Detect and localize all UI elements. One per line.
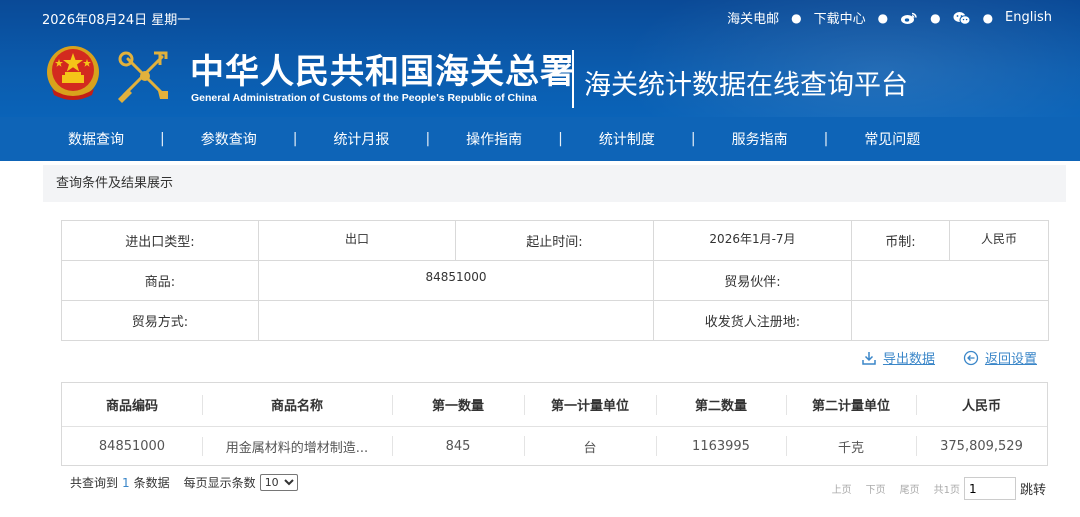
column-header-unit2: 第二计量单位 [786,394,916,415]
currency-label: 币制: [851,220,950,261]
nav-separator: | [425,131,431,147]
nav-separator: | [558,131,563,147]
column-header-name: 商品名称 [202,394,392,415]
download-icon [862,351,876,365]
trade-mode-label: 贸易方式: [61,300,259,341]
period-label: 起止时间: [455,220,654,261]
nav-separator: | [823,131,829,147]
nav-faq[interactable]: 常见问题 [864,129,920,149]
results-header-row: 商品编码 商品名称 第一数量 第一计量单位 第二数量 第二计量单位 人民币 [62,383,1047,427]
export-data-label: 导出数据 [882,352,935,367]
nav-monthly-report[interactable]: 统计月报 [333,129,389,149]
customs-emblem-icon [114,47,176,107]
cell-name: 用金属材料的增材制造... [202,436,392,456]
results-table: 商品编码 商品名称 第一数量 第一计量单位 第二数量 第二计量单位 人民币 84… [61,382,1048,466]
link-separator: ● [982,10,994,25]
site-header: 2026年08月24日 星期一 海关电邮 ● 下载中心 ● ● ● Englis… [0,0,1080,117]
section-title: 查询条件及结果展示 [43,165,1066,202]
trade-type-value: 出口 [258,220,456,261]
partner-label: 贸易伙伴: [653,260,852,301]
download-center-link[interactable]: 下载中心 [814,8,866,27]
total-prefix: 共查询到 [70,476,119,490]
cell-qty2: 1163995 [656,436,786,456]
cell-unit2: 千克 [786,436,916,456]
national-emblem-icon [44,45,102,103]
nav-service-guide[interactable]: 服务指南 [732,129,788,149]
total-count: 1 [122,475,130,490]
trade-mode-value [258,300,654,341]
nav-separator: | [160,131,165,147]
nav-separator: | [690,131,696,147]
current-date: 2026年08月24日 星期一 [42,13,191,28]
nav-parameter-query[interactable]: 参数查询 [201,129,257,149]
main-nav: 数据查询 | 参数查询 | 统计月报 | 操作指南 | 统计制度 | 服务指南 … [0,117,1080,161]
english-link[interactable]: English [1005,10,1052,25]
consignee-label: 收发货人注册地: [653,300,852,341]
partner-value [851,260,1049,301]
weibo-icon[interactable] [900,11,918,25]
pagination: 上页 下页 尾页 共1页 跳转 [832,477,1046,500]
link-separator: ● [791,10,802,25]
product-label: 商品: [61,260,259,301]
nav-statistics-system[interactable]: 统计制度 [599,129,655,149]
column-header-unit1: 第一计量单位 [524,394,656,415]
per-page-label: 每页显示条数 [183,476,256,490]
nav-data-query[interactable]: 数据查询 [68,129,124,149]
result-summary: 共查询到 1 条数据 每页显示条数 10 [70,474,298,491]
column-header-rmb: 人民币 [916,394,1047,415]
query-conditions-table: 进出口类型: 出口 起止时间: 2026年1月-7月 币制: 人民币 商品: 8… [61,220,1049,341]
org-name-cn: 中华人民共和国海关总署 [190,52,575,92]
trade-type-label: 进出口类型: [61,220,259,261]
nav-operation-guide[interactable]: 操作指南 [466,129,522,149]
cell-qty1: 845 [392,436,524,456]
column-header-qty2: 第二数量 [656,394,786,415]
cell-rmb: 375,809,529 [916,436,1047,456]
top-links: 海关电邮 ● 下载中心 ● ● ● English [727,8,1052,27]
total-suffix: 条数据 [133,476,170,490]
prev-page-button[interactable]: 上页 [832,481,852,496]
back-to-settings-label: 返回设置 [984,352,1037,367]
last-page-button[interactable]: 尾页 [900,481,920,496]
customs-email-link[interactable]: 海关电邮 [727,8,779,27]
back-arrow-icon [963,350,979,365]
export-data-button[interactable]: 导出数据 [861,348,935,367]
column-header-code: 商品编码 [105,399,158,414]
per-page-select[interactable]: 10 [259,474,298,491]
jump-button[interactable]: 跳转 [1020,479,1046,498]
product-value: 84851000 [258,260,654,301]
nav-separator: | [292,131,298,147]
table-row: 84851000 用金属材料的增材制造... 845 台 1163995 千克 … [62,427,1047,465]
column-header-qty1: 第一数量 [392,394,524,415]
jump-page-input[interactable] [963,477,1016,500]
platform-title: 海关统计数据在线查询平台 [584,70,908,101]
total-pages: 共1页 [933,485,960,496]
cell-code: 84851000 [98,438,166,454]
link-separator: ● [877,10,889,25]
consignee-value [851,300,1049,341]
result-actions: 导出数据 返回设置 [861,348,1037,367]
header-divider [572,50,574,108]
next-page-button[interactable]: 下页 [866,481,886,496]
period-value: 2026年1月-7月 [653,220,852,261]
link-separator: ● [930,10,941,25]
currency-value: 人民币 [949,220,1049,261]
back-to-settings-button[interactable]: 返回设置 [963,348,1037,367]
org-name-en: General Administration of Customs of the… [191,92,537,104]
wechat-icon[interactable] [953,11,971,25]
cell-unit1: 台 [524,436,656,456]
